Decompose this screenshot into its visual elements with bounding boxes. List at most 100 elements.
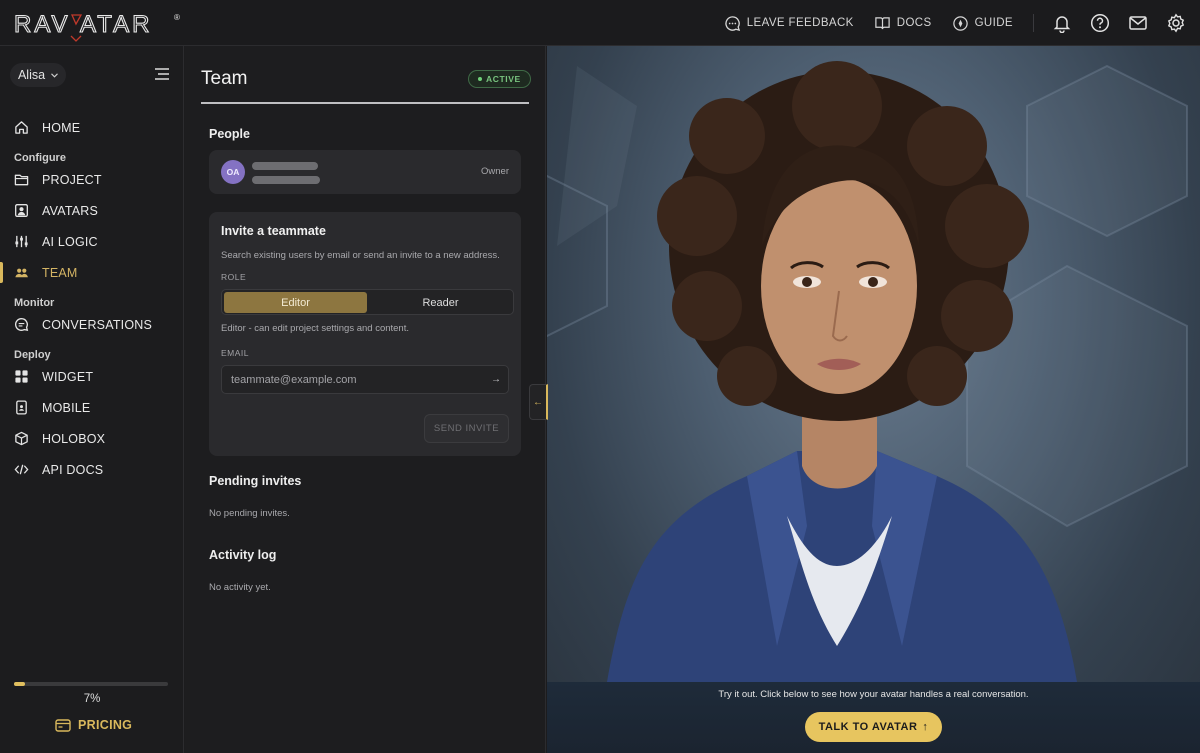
section-configure: Configure bbox=[14, 152, 66, 164]
guide-label: GUIDE bbox=[974, 17, 1013, 29]
compass-icon bbox=[952, 15, 968, 31]
docs-link[interactable]: DOCS bbox=[874, 15, 932, 32]
messages-button[interactable] bbox=[1128, 13, 1148, 33]
title-divider bbox=[201, 102, 529, 104]
sidebar-item-api-docs[interactable]: API DOCS bbox=[0, 454, 184, 485]
section-deploy: Deploy bbox=[14, 349, 51, 361]
member-avatar: OA bbox=[221, 160, 245, 184]
chat-icon bbox=[15, 318, 29, 331]
sliders-icon bbox=[15, 235, 28, 248]
talk-to-avatar-button[interactable]: TALK TO AVATAR ↑ bbox=[805, 712, 942, 742]
sidebar-item-label: CONVERSATIONS bbox=[42, 317, 153, 332]
sidebar-item-widget[interactable]: WIDGET bbox=[0, 361, 184, 392]
mobile-icon bbox=[16, 400, 27, 415]
menu-icon[interactable] bbox=[155, 68, 169, 80]
activity-log-heading: Activity log bbox=[209, 548, 277, 562]
section-monitor: Monitor bbox=[14, 297, 55, 309]
sidebar-item-avatars[interactable]: AVATARS bbox=[0, 195, 184, 226]
member-name-redacted bbox=[252, 162, 318, 170]
svg-text:®: ® bbox=[174, 13, 180, 22]
bell-icon bbox=[1053, 16, 1071, 33]
usage-progress-track bbox=[14, 682, 168, 686]
arrow-up-icon: ↑ bbox=[922, 721, 929, 733]
page-title: Team bbox=[201, 68, 248, 89]
mail-icon bbox=[1129, 16, 1147, 30]
pricing-label: PRICING bbox=[78, 718, 133, 732]
sidebar-item-label: TEAM bbox=[42, 265, 78, 280]
sidebar-item-conversations[interactable]: CONVERSATIONS bbox=[0, 309, 184, 340]
role-description: Editor - can edit project settings and c… bbox=[221, 323, 409, 334]
email-field[interactable] bbox=[221, 365, 509, 394]
notifications-button[interactable] bbox=[1052, 13, 1072, 33]
pending-invites-empty: No pending invites. bbox=[209, 508, 290, 519]
docs-label: DOCS bbox=[896, 17, 932, 29]
send-invite-button[interactable]: SEND INVITE bbox=[424, 414, 509, 443]
sidebar-item-ai-logic[interactable]: AI LOGIC bbox=[0, 226, 184, 257]
pending-invites-heading: Pending invites bbox=[209, 474, 302, 488]
top-bar: RAV ATAR ® LEAVE FEEDBACK DOCS GUIDE bbox=[0, 0, 1200, 46]
activity-log-empty: No activity yet. bbox=[209, 582, 271, 593]
settings-button[interactable] bbox=[1166, 13, 1186, 33]
ravatar-logo[interactable]: RAV ATAR ® bbox=[14, 8, 184, 42]
guide-link[interactable]: GUIDE bbox=[952, 15, 1013, 32]
usage-progress-fill bbox=[14, 682, 25, 686]
chevron-down-icon bbox=[51, 72, 58, 78]
member-row: OA Owner bbox=[209, 150, 521, 194]
role-label: ROLE bbox=[221, 272, 247, 282]
collapse-panel-button[interactable]: ← bbox=[529, 384, 548, 420]
sidebar: Alisa HOME Configure PROJECT AVATARS AI … bbox=[0, 46, 184, 753]
gear-icon bbox=[1167, 13, 1185, 33]
sidebar-item-label: HOME bbox=[42, 120, 81, 135]
sidebar-item-label: AI LOGIC bbox=[42, 234, 98, 249]
sidebar-item-mobile[interactable]: MOBILE bbox=[0, 392, 184, 423]
team-panel: Team ACTIVE People OA Owner Invite a tea… bbox=[185, 46, 546, 753]
status-badge: ACTIVE bbox=[468, 70, 531, 88]
member-email-redacted bbox=[252, 176, 320, 184]
sidebar-item-project[interactable]: PROJECT bbox=[0, 164, 184, 195]
team-icon bbox=[15, 268, 28, 278]
sidebar-item-label: PROJECT bbox=[42, 172, 102, 187]
feedback-icon bbox=[725, 15, 740, 31]
invite-description: Search existing users by email or send a… bbox=[221, 250, 500, 261]
avatar-image bbox=[547, 61, 1188, 682]
sidebar-item-label: AVATARS bbox=[42, 203, 99, 218]
arrow-left-icon: ← bbox=[533, 396, 543, 408]
role-option-editor[interactable]: Editor bbox=[224, 292, 367, 313]
usage-percent: 7% bbox=[83, 693, 101, 705]
home-icon bbox=[15, 121, 28, 134]
user-switcher[interactable]: Alisa bbox=[10, 63, 66, 87]
member-role: Owner bbox=[481, 166, 509, 177]
leave-feedback-label: LEAVE FEEDBACK bbox=[746, 17, 854, 29]
pricing-button[interactable]: PRICING bbox=[55, 718, 132, 732]
arrow-right-icon[interactable]: → bbox=[489, 372, 503, 386]
avatar-preview: Try it out. Click below to see how your … bbox=[547, 46, 1200, 753]
leave-feedback-link[interactable]: LEAVE FEEDBACK bbox=[724, 15, 854, 32]
widget-icon bbox=[15, 370, 28, 383]
book-icon bbox=[875, 16, 890, 29]
sidebar-item-label: WIDGET bbox=[42, 369, 94, 384]
box-icon bbox=[15, 431, 28, 446]
sidebar-item-team[interactable]: TEAM bbox=[0, 257, 184, 288]
ticket-icon bbox=[55, 718, 71, 732]
svg-text:ATAR: ATAR bbox=[80, 11, 152, 38]
code-icon bbox=[14, 464, 29, 475]
usage-progress: 7% bbox=[14, 682, 170, 705]
help-icon bbox=[1090, 13, 1110, 33]
status-label: ACTIVE bbox=[486, 74, 521, 84]
role-option-reader[interactable]: Reader bbox=[369, 292, 512, 313]
sidebar-item-home[interactable]: HOME bbox=[0, 112, 184, 143]
svg-text:RAV: RAV bbox=[14, 11, 71, 38]
user-name: Alisa bbox=[17, 68, 46, 82]
people-heading: People bbox=[209, 127, 250, 141]
invite-card: Invite a teammate Search existing users … bbox=[209, 212, 521, 456]
help-button[interactable] bbox=[1090, 13, 1110, 33]
sidebar-item-holobox[interactable]: HOLOBOX bbox=[0, 423, 184, 454]
avatar-icon bbox=[15, 204, 28, 217]
sidebar-item-label: HOLOBOX bbox=[42, 431, 106, 446]
talk-to-avatar-label: TALK TO AVATAR bbox=[818, 721, 918, 733]
folder-icon bbox=[14, 174, 29, 186]
sidebar-nav: HOME Configure PROJECT AVATARS AI LOGIC … bbox=[0, 112, 184, 485]
role-toggle: Editor Reader bbox=[221, 289, 514, 315]
invite-heading: Invite a teammate bbox=[221, 224, 326, 238]
sidebar-item-label: MOBILE bbox=[42, 400, 91, 415]
